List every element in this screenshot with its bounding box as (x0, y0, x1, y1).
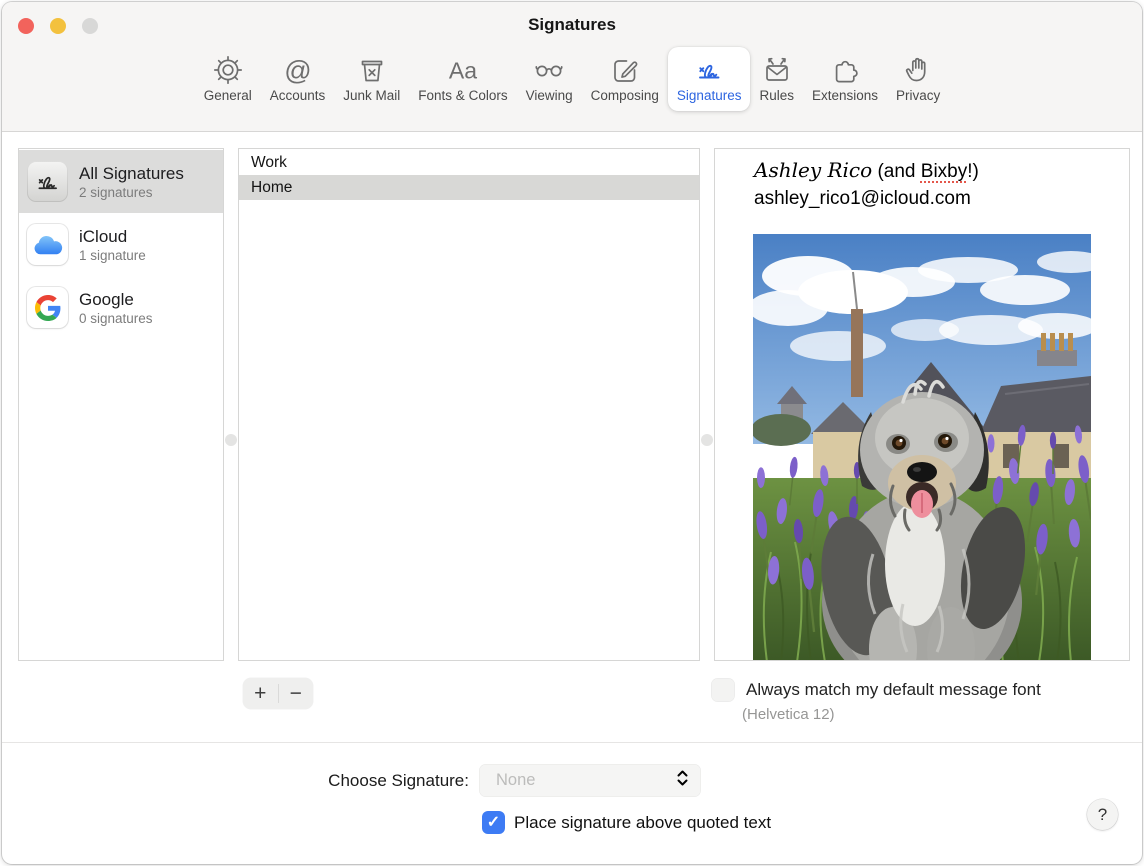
list-item-work[interactable]: Work (239, 150, 699, 175)
tab-label: Rules (759, 88, 794, 103)
signature-preview-editor[interactable]: Ashley Rico (and Bixby!) ashley_rico1@ic… (714, 148, 1130, 661)
signature-photo (753, 234, 1091, 661)
add-signature-button[interactable]: + (243, 678, 278, 709)
signature-email: ashley_rico1@icloud.com (754, 185, 979, 212)
svg-text:Aa: Aa (449, 58, 477, 84)
account-name: iCloud (79, 226, 146, 247)
remove-signature-button[interactable]: − (279, 678, 314, 709)
choose-signature-label: Choose Signature: (247, 771, 469, 791)
add-remove-group: + − (243, 678, 313, 709)
pane-resize-handle[interactable] (225, 434, 237, 446)
tab-label: Signatures (677, 88, 742, 103)
help-button[interactable]: ? (1087, 799, 1118, 830)
puzzle-icon (828, 54, 862, 86)
fonts-icon: Aa (444, 54, 482, 86)
signatures-preferences-window: Signatures General @ Accounts Junk Mail … (2, 2, 1142, 864)
account-count: 0 signatures (79, 310, 153, 327)
icloud-cloud-icon (27, 224, 68, 265)
toolbar: Signatures General @ Accounts Junk Mail … (2, 2, 1142, 132)
hand-icon (901, 54, 935, 86)
tab-label: Privacy (896, 88, 940, 103)
tab-label: Extensions (812, 88, 878, 103)
account-count: 2 signatures (79, 184, 184, 201)
tab-viewing[interactable]: Viewing (517, 47, 582, 111)
match-font-label: Always match my default message font (746, 680, 1041, 700)
tab-label: Composing (591, 88, 659, 103)
match-font-checkbox[interactable]: ✓ (711, 678, 735, 702)
signature-list: Work Home (238, 148, 700, 661)
place-signature-label: Place signature above quoted text (514, 813, 771, 833)
tab-label: General (204, 88, 252, 103)
svg-text:@: @ (284, 56, 311, 86)
match-font-row: ✓ Always match my default message font (711, 678, 1041, 702)
signature-name-rest: !) (967, 161, 979, 182)
account-text: All Signatures 2 signatures (79, 163, 184, 201)
pane-resize-handle[interactable] (701, 434, 713, 446)
tab-composing[interactable]: Composing (582, 47, 668, 111)
sidebar-item-icloud[interactable]: iCloud 1 signature (19, 213, 223, 276)
glasses-icon (532, 54, 566, 86)
list-item-home[interactable]: Home (239, 175, 699, 200)
window-title: Signatures (2, 15, 1142, 35)
tab-general[interactable]: General (195, 47, 261, 111)
tab-extensions[interactable]: Extensions (803, 47, 887, 111)
bottom-separator (2, 742, 1142, 743)
signature-badge-icon (27, 161, 68, 202)
misspelled-word: Bixby (921, 161, 967, 182)
select-value: None (496, 771, 676, 790)
stepper-chevrons-icon (676, 769, 689, 792)
tab-junk-mail[interactable]: Junk Mail (334, 47, 409, 111)
sidebar-item-all-signatures[interactable]: All Signatures 2 signatures (19, 150, 223, 213)
accounts-sidebar: All Signatures 2 signatures iCloud 1 sig… (18, 148, 224, 661)
account-name: All Signatures (79, 163, 184, 184)
gear-icon (211, 54, 245, 86)
google-g-icon (27, 287, 68, 328)
choose-signature-select[interactable]: None (479, 764, 701, 797)
signature-icon (692, 54, 726, 86)
signature-script-name: Ashley Rico (754, 158, 872, 182)
compose-icon (608, 54, 642, 86)
at-sign-icon: @ (281, 54, 315, 86)
checkmark-icon: ✓ (487, 815, 500, 831)
tab-label: Viewing (526, 88, 573, 103)
signature-name-line: Ashley Rico (and Bixby!) (754, 157, 979, 185)
account-text: iCloud 1 signature (79, 226, 146, 264)
preferences-tab-bar: General @ Accounts Junk Mail Aa Fonts & … (2, 47, 1142, 111)
account-text: Google 0 signatures (79, 289, 153, 327)
tab-label: Junk Mail (343, 88, 400, 103)
match-font-detail: (Helvetica 12) (742, 706, 835, 723)
rules-envelope-icon (760, 54, 794, 86)
sidebar-item-google[interactable]: Google 0 signatures (19, 276, 223, 339)
junk-bin-icon (355, 54, 389, 86)
tab-accounts[interactable]: @ Accounts (261, 47, 335, 111)
account-name: Google (79, 289, 153, 310)
place-signature-row: ✓ Place signature above quoted text (482, 811, 771, 834)
tab-signatures[interactable]: Signatures (668, 47, 751, 111)
tab-privacy[interactable]: Privacy (887, 47, 949, 111)
signature-text: Ashley Rico (and Bixby!) ashley_rico1@ic… (754, 157, 979, 212)
place-signature-checkbox[interactable]: ✓ (482, 811, 505, 834)
account-count: 1 signature (79, 247, 146, 264)
tab-label: Fonts & Colors (418, 88, 507, 103)
tab-rules[interactable]: Rules (750, 47, 803, 111)
tab-label: Accounts (270, 88, 326, 103)
tab-fonts-colors[interactable]: Aa Fonts & Colors (409, 47, 516, 111)
signature-name-rest: (and (872, 161, 921, 182)
